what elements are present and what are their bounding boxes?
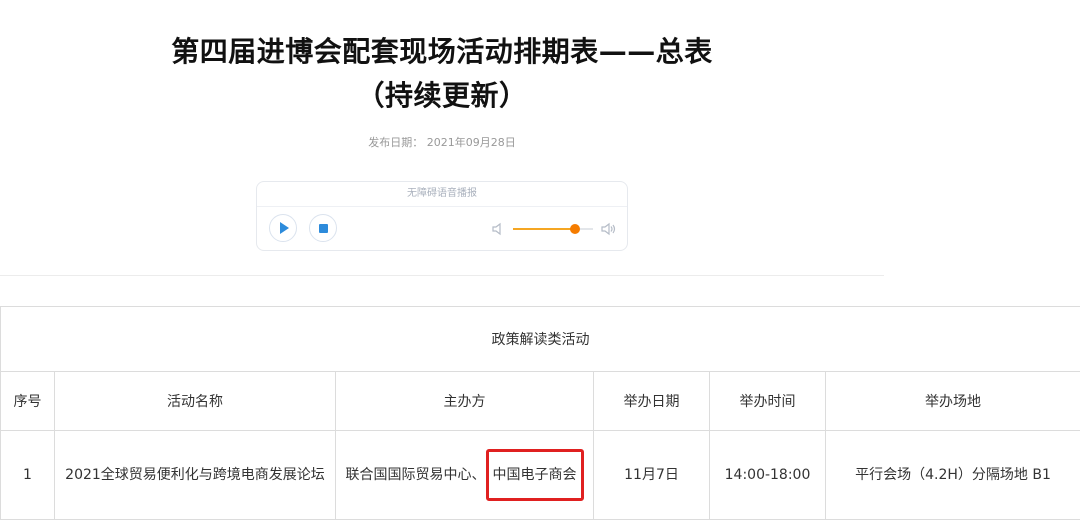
schedule-table: 政策解读类活动 序号 活动名称 主办方 举办日期 举办时间 举办场地 1 202… [0,306,1080,520]
volume-low-icon[interactable] [491,222,505,236]
play-icon [280,222,289,234]
organizer-part-1: 联合国国际贸易中心、 [346,467,486,483]
table-caption: 政策解读类活动 [1,307,1080,372]
header-time: 举办时间 [710,372,826,431]
header-date: 举办日期 [594,372,710,431]
stop-button[interactable] [309,214,337,242]
volume-slider[interactable] [513,228,593,230]
header-organizer: 主办方 [336,372,594,431]
stop-icon [319,224,328,233]
title-line-2: （持续更新） [0,74,884,118]
publish-date-value: 2021年09月28日 [427,136,516,149]
audio-player-title: 无障碍语音播报 [257,182,627,207]
publish-date: 发布日期： 2021年09月28日 [0,134,884,150]
page-title: 第四届进博会配套现场活动排期表——总表 （持续更新） [0,30,884,118]
highlight-box: 中国电子商会 [486,449,584,501]
cell-time: 14:00-18:00 [710,431,826,520]
volume-slider-knob[interactable] [570,224,580,234]
title-line-1: 第四届进博会配套现场活动排期表——总表 [0,30,884,74]
volume-slider-fill [513,228,575,230]
audio-player: 无障碍语音播报 [256,181,628,251]
play-button[interactable] [269,214,297,242]
header-venue: 举办场地 [826,372,1080,431]
cell-name: 2021全球贸易便利化与跨境电商发展论坛 [55,431,336,520]
cell-date: 11月7日 [594,431,710,520]
cell-venue: 平行会场（4.2H）分隔场地 B1 [826,431,1080,520]
header-name: 活动名称 [55,372,336,431]
table-row: 1 2021全球贸易便利化与跨境电商发展论坛 联合国国际贸易中心、中国电子商会 … [1,431,1080,520]
cell-index: 1 [1,431,55,520]
publish-label: 发布日期： [368,136,423,149]
organizer-part-2: 中国电子商会 [493,467,577,483]
divider [0,275,884,276]
header-index: 序号 [1,372,55,431]
cell-organizer: 联合国国际贸易中心、中国电子商会 [336,431,594,520]
volume-high-icon[interactable] [601,222,617,236]
